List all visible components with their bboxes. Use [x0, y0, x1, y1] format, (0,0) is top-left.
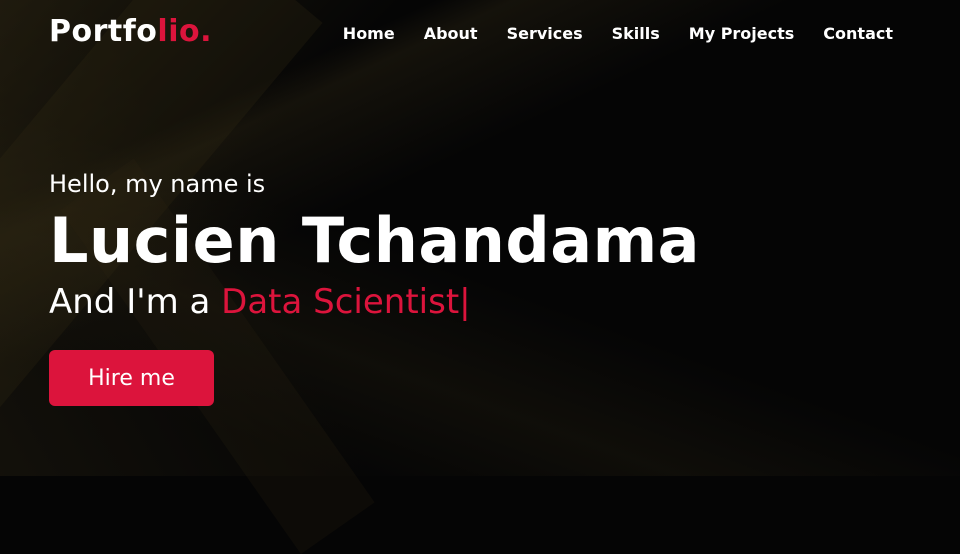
- logo-text-main: Portfo: [49, 14, 158, 49]
- nav-link-services[interactable]: Services: [507, 24, 583, 43]
- nav-menu: Home About Services Skills My Projects C…: [343, 24, 893, 43]
- nav-link-about[interactable]: About: [424, 24, 478, 43]
- nav-link-home[interactable]: Home: [343, 24, 395, 43]
- nav-item-home: Home: [343, 24, 395, 43]
- hero-role-prefix: And I'm a: [49, 282, 222, 322]
- nav-item-about: About: [424, 24, 478, 43]
- nav-item-services: Services: [507, 24, 583, 43]
- nav-link-contact[interactable]: Contact: [823, 24, 893, 43]
- nav-link-skills[interactable]: Skills: [612, 24, 660, 43]
- logo-text-accent: lio.: [157, 14, 212, 49]
- logo[interactable]: Portfolio.: [49, 14, 212, 49]
- hire-me-button[interactable]: Hire me: [49, 350, 214, 406]
- hero-role: And I'm a Data Scientist|: [49, 278, 700, 326]
- hero-section: Hello, my name is Lucien Tchandama And I…: [49, 168, 700, 406]
- hero-name: Lucien Tchandama: [49, 204, 701, 277]
- nav-item-contact: Contact: [823, 24, 893, 43]
- navbar: Portfolio. Home About Services Skills My…: [0, 0, 960, 68]
- typing-cursor: |: [459, 282, 471, 322]
- nav-item-skills: Skills: [612, 24, 660, 43]
- hero-profession: Data Scientist: [221, 282, 460, 322]
- nav-item-my-projects: My Projects: [689, 24, 795, 43]
- nav-link-my-projects[interactable]: My Projects: [689, 24, 795, 43]
- hero-greeting: Hello, my name is: [49, 170, 266, 198]
